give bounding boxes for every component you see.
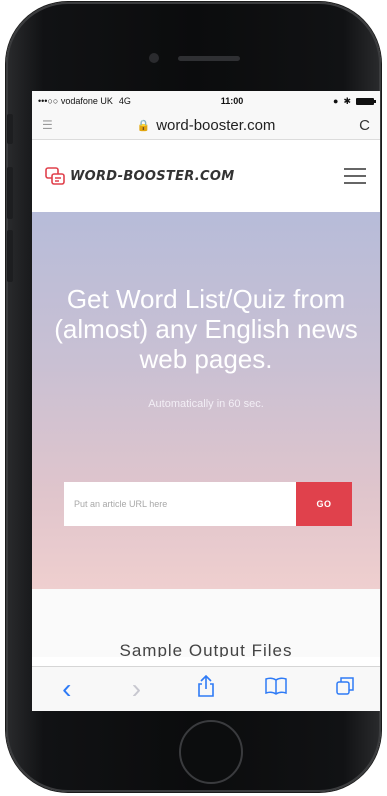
logo-text: WORD-BOOSTER.COM	[70, 168, 235, 184]
network-label: 4G	[118, 96, 131, 106]
reload-icon[interactable]: C	[359, 117, 370, 134]
tabs-icon	[336, 677, 354, 695]
book-icon	[264, 677, 287, 695]
browser-toolbar: ‹ ›	[32, 666, 380, 711]
battery-icon	[356, 97, 376, 105]
volume-up-button	[7, 167, 13, 219]
tabs-button[interactable]	[325, 676, 365, 702]
phone-screen: •••○○ vodafone UK 4G 11:00 ● ✱ ☰ 🔒 word-…	[32, 91, 380, 711]
clock: 11:00	[220, 96, 244, 106]
site-logo[interactable]: WORD-BOOSTER.COM	[44, 166, 234, 186]
article-url-form: GO	[64, 482, 352, 526]
article-url-input[interactable]	[64, 482, 296, 526]
carrier-label: •••○○ vodafone UK	[38, 96, 113, 106]
bookmarks-button[interactable]	[256, 677, 296, 701]
hero-subtitle: Automatically in 60 sec.	[148, 398, 264, 410]
url-display[interactable]: 🔒 word-booster.com	[137, 117, 276, 134]
share-icon	[198, 674, 214, 697]
mute-switch	[7, 114, 13, 144]
signal-dot-icon: ●	[333, 96, 339, 106]
forward-button[interactable]: ›	[116, 673, 156, 705]
lock-icon: 🔒	[136, 119, 151, 132]
back-button[interactable]: ‹	[47, 673, 87, 705]
front-camera	[149, 53, 159, 63]
address-bar[interactable]: ☰ 🔒 word-booster.com C	[32, 111, 380, 140]
hamburger-menu-icon[interactable]	[344, 168, 366, 184]
share-button[interactable]	[186, 674, 226, 703]
bluetooth-icon: ✱	[343, 95, 351, 106]
logo-mark-icon	[45, 167, 65, 185]
earpiece-speaker	[178, 56, 240, 61]
reader-view-icon[interactable]: ☰	[42, 118, 53, 132]
site-header: WORD-BOOSTER.COM	[32, 140, 380, 212]
sample-output-section: Sample Output Files	[32, 589, 380, 657]
volume-down-button	[7, 230, 13, 282]
hero-title: Get Word List/Quiz from (almost) any Eng…	[54, 284, 358, 374]
sample-output-title: Sample Output Files	[119, 641, 293, 657]
status-bar: •••○○ vodafone UK 4G 11:00 ● ✱	[32, 91, 380, 111]
hero-section: Get Word List/Quiz from (almost) any Eng…	[32, 212, 380, 589]
home-button[interactable]	[179, 720, 243, 784]
go-button[interactable]: GO	[296, 482, 352, 526]
url-text: word-booster.com	[156, 116, 276, 134]
